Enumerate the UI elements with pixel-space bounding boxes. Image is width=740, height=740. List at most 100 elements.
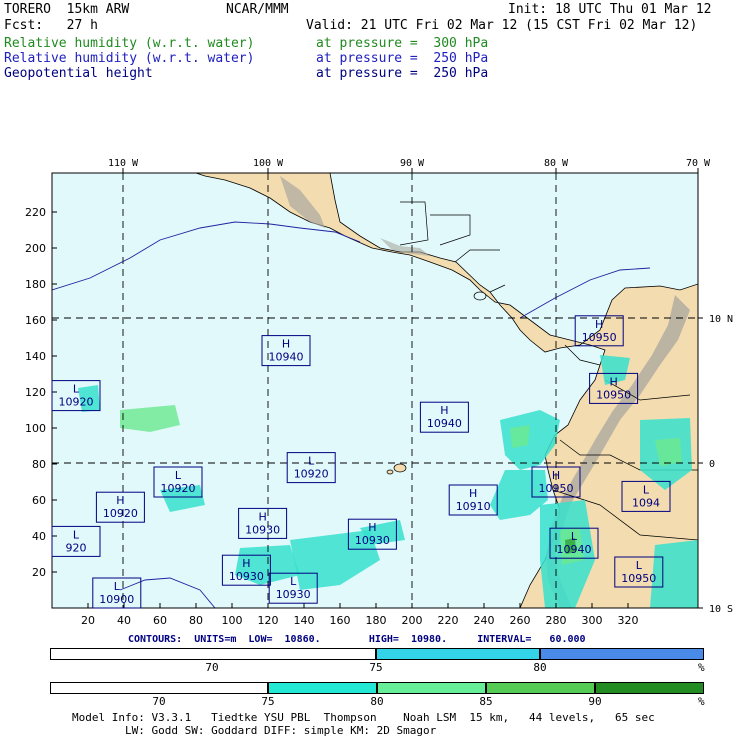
colorbar-300-tick-85: 85 (479, 695, 493, 708)
pressure-system-h: H10940 (261, 335, 311, 367)
system-type: H (609, 375, 617, 388)
field-2-level: at pressure = 250 hPa (316, 51, 489, 66)
pressure-system-l: L10920 (153, 466, 203, 498)
pressure-system-h: H10920 (95, 491, 145, 523)
model-info-line-1: Model Info: V3.3.1 Tiedtke YSU PBL Thomp… (72, 711, 655, 724)
colorbar-250-percent: % (698, 661, 705, 674)
x-tick-label: 260 (510, 614, 531, 625)
pressure-system-h: H10940 (419, 401, 469, 433)
pressure-system-h: H10930 (221, 554, 271, 586)
system-type: H (282, 338, 290, 351)
system-value: 10950 (582, 331, 617, 344)
pressure-system-l: L10900 (92, 577, 142, 609)
colorbar-300-tick-75: 75 (261, 695, 275, 708)
system-value: 10900 (99, 593, 134, 606)
pressure-system-h: H10950 (589, 372, 639, 404)
colorbar-300-seg-1 (50, 682, 268, 694)
colorbar-250-tick-75: 75 (369, 661, 383, 674)
system-value: 920 (66, 541, 87, 554)
pressure-system-h: H10930 (347, 518, 397, 550)
pressure-system-l: L10920 (286, 452, 336, 484)
colorbar-250-tick-80: 80 (533, 661, 547, 674)
system-value: 10920 (59, 396, 94, 409)
colorbar-300-seg-2 (268, 682, 377, 694)
colorbar-300-seg-5 (595, 682, 704, 694)
colorbar-250-seg-1 (50, 648, 376, 660)
lat-label: 0 (709, 459, 715, 470)
x-tick-label: 240 (474, 614, 495, 625)
colorbar-300-tick-90: 90 (588, 695, 602, 708)
pressure-system-l: L920 (51, 525, 101, 557)
x-tick-label: 320 (618, 614, 639, 625)
x-tick-label: 100 (222, 614, 243, 625)
y-tick-label: 60 (32, 494, 46, 507)
field-1-name: Relative humidity (w.r.t. water) (4, 36, 255, 51)
colorbar-300-seg-3 (377, 682, 486, 694)
colorbar-300hpa (50, 682, 704, 694)
colorbar-250hpa (50, 648, 704, 660)
field-1-level: at pressure = 300 hPa (316, 36, 489, 51)
system-type: H (469, 487, 477, 500)
system-value: 10950 (621, 572, 656, 585)
system-value: 10910 (456, 500, 491, 513)
system-type: L (175, 469, 182, 482)
contours-info: CONTOURS: UNITS=m LOW= 10860. HIGH= 1098… (128, 634, 586, 645)
system-type: L (73, 383, 80, 396)
y-tick-label: 100 (25, 422, 46, 435)
pressure-system-h: H10910 (448, 484, 498, 516)
lat-label: 10 N (709, 314, 733, 325)
weather-map: 220 200 180 160 140 120 100 80 60 40 20 20 40 60 80 100… (25, 158, 733, 625)
lake-nicaragua (473, 291, 487, 301)
x-tick-label: 80 (189, 614, 203, 625)
lon-label: 80 W (544, 158, 569, 169)
x-tick-label: 120 (258, 614, 279, 625)
forecast-hour: Fcst: 27 h (4, 18, 98, 33)
system-type: L (643, 483, 650, 496)
y-tick-label: 140 (25, 350, 46, 363)
x-tick-label: 20 (81, 614, 95, 625)
system-type: L (114, 580, 121, 593)
colorbar-250-seg-3 (540, 648, 704, 660)
y-tick-label: 120 (25, 386, 46, 399)
system-value: 10940 (557, 543, 592, 556)
y-tick-label: 200 (25, 242, 46, 255)
rh-patch-3 (510, 425, 530, 448)
pressure-system-h: H10950 (574, 315, 624, 347)
model-title: TORERO 15km ARW (4, 2, 130, 17)
system-value: 10930 (229, 570, 264, 583)
system-value: 10930 (276, 588, 311, 601)
y-tick-label: 20 (32, 566, 46, 579)
x-tick-label: 200 (402, 614, 423, 625)
x-tick-label: 180 (366, 614, 387, 625)
y-tick-label: 40 (32, 530, 46, 543)
x-tick-label: 300 (582, 614, 603, 625)
x-tick-label: 40 (117, 614, 131, 625)
galapagos-island (393, 463, 407, 473)
x-tick-label: 160 (330, 614, 351, 625)
lon-label: 110 W (108, 158, 139, 169)
center-label: NCAR/MMM (226, 2, 289, 17)
valid-time: Valid: 21 UTC Fri 02 Mar 12 (15 CST Fri … (306, 18, 698, 33)
lon-label: 70 W (686, 158, 711, 169)
pressure-system-l: L10930 (268, 572, 318, 604)
y-tick-label: 180 (25, 278, 46, 291)
galapagos-islet (386, 469, 394, 475)
field-2-name: Relative humidity (w.r.t. water) (4, 51, 255, 66)
pressure-system-l: L1094 (621, 480, 671, 512)
system-type: L (308, 455, 315, 468)
x-tick-label: 220 (438, 614, 459, 625)
system-value: 10950 (539, 482, 574, 495)
lon-label: 100 W (253, 158, 284, 169)
system-type: H (440, 404, 448, 417)
lon-label: 90 W (400, 158, 425, 169)
system-type: L (571, 530, 578, 543)
system-value: 10930 (245, 523, 280, 536)
system-type: H (242, 557, 250, 570)
pressure-system-h: H10950 (531, 466, 581, 498)
system-type: L (636, 559, 643, 572)
field-3-level: at pressure = 250 hPa (316, 66, 489, 81)
pressure-system-h: H10930 (238, 507, 288, 539)
system-value: 10940 (269, 351, 304, 364)
colorbar-300-tick-70: 70 (152, 695, 166, 708)
colorbar-300-tick-80: 80 (370, 695, 384, 708)
